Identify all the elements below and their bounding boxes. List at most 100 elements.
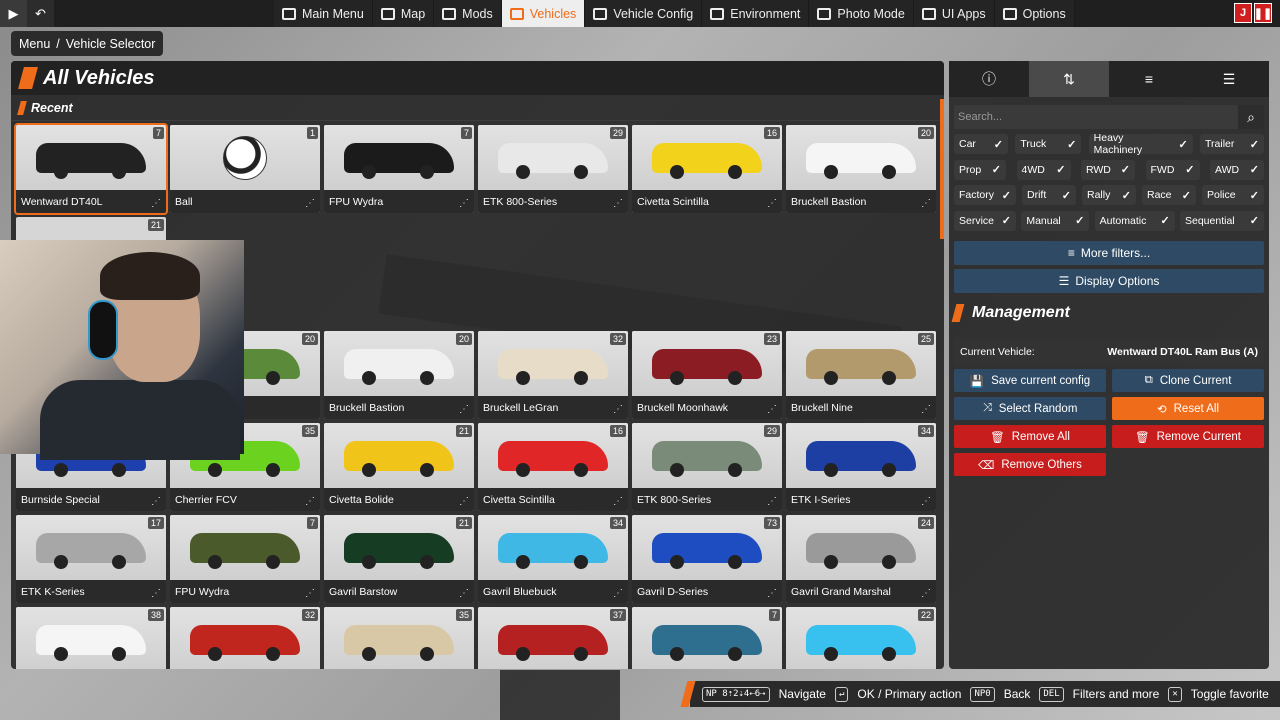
vehicle-tile[interactable]: 1 Ball ⋰ xyxy=(170,125,320,213)
settings-tab-icon[interactable]: ☰ xyxy=(1189,61,1269,97)
vehicle-tile[interactable]: 16 Civetta Scintilla ⋰ xyxy=(478,423,628,511)
vehicle-tile[interactable]: 34 Gavril Bluebuck ⋰ xyxy=(478,515,628,603)
vehicle-thumbnail xyxy=(478,423,628,488)
vehicle-tile[interactable]: 29 ETK 800-Series ⋰ xyxy=(632,423,782,511)
tab-ui-apps[interactable]: UI Apps xyxy=(913,0,995,27)
remove-current-button[interactable]: 🗑 Remove Current xyxy=(1112,425,1264,448)
filter-chip-police[interactable]: Police ✓ xyxy=(1202,185,1264,205)
vehicle-tile[interactable]: 22 xyxy=(786,607,936,669)
pause-icon[interactable]: ❚❚ xyxy=(1254,3,1272,23)
share-icon[interactable]: ⋰ xyxy=(921,496,931,507)
share-icon[interactable]: ⋰ xyxy=(921,404,931,415)
tab-options[interactable]: Options xyxy=(994,0,1075,27)
clone-current-button[interactable]: ⧉ Clone Current xyxy=(1112,369,1264,392)
filter-chip-fwd[interactable]: FWD ✓ xyxy=(1145,159,1200,180)
share-icon[interactable]: ⋰ xyxy=(613,588,623,599)
vehicle-tile[interactable]: 35 xyxy=(324,607,474,669)
share-icon[interactable]: ⋰ xyxy=(921,198,931,209)
vehicle-tile[interactable]: 7 xyxy=(632,607,782,669)
filter-chip-race[interactable]: Race ✓ xyxy=(1142,185,1196,205)
vehicle-tile[interactable]: 23 Bruckell Moonhawk ⋰ xyxy=(632,331,782,419)
filter-chip-service[interactable]: Service ✓ xyxy=(954,210,1016,231)
filter-chip-automatic[interactable]: Automatic ✓ xyxy=(1094,210,1175,231)
vehicle-tile[interactable]: 7 Wentward DT40L ⋰ xyxy=(14,123,168,215)
filter-chip-trailer[interactable]: Trailer ✓ xyxy=(1200,134,1264,154)
vehicle-tile[interactable]: 20 Bruckell Bastion ⋰ xyxy=(324,331,474,419)
share-icon[interactable]: ⋰ xyxy=(305,588,315,599)
filter-chip-factory[interactable]: Factory ✓ xyxy=(954,185,1016,205)
vehicle-tile[interactable]: 73 Gavril D-Series ⋰ xyxy=(632,515,782,603)
tab-vehicle-config[interactable]: Vehicle Config xyxy=(585,0,703,27)
vehicle-tile[interactable]: 16 Civetta Scintilla ⋰ xyxy=(632,125,782,213)
vehicle-tile[interactable]: 32 xyxy=(170,607,320,669)
vehicle-tile[interactable]: 24 Gavril Grand Marshal ⋰ xyxy=(786,515,936,603)
search-input[interactable] xyxy=(954,105,1238,129)
share-icon[interactable]: ⋰ xyxy=(459,404,469,415)
j-icon[interactable]: J xyxy=(1234,3,1252,23)
tab-map[interactable]: Map xyxy=(372,0,435,27)
play-icon[interactable]: ▶ xyxy=(0,0,27,27)
tab-mods[interactable]: Mods xyxy=(434,0,502,27)
filter-chip-rwd[interactable]: RWD ✓ xyxy=(1081,159,1135,180)
share-icon[interactable]: ⋰ xyxy=(459,496,469,507)
share-icon[interactable]: ⋰ xyxy=(921,588,931,599)
filter-chip-awd[interactable]: AWD ✓ xyxy=(1210,159,1264,180)
vehicle-tile[interactable]: 21 Gavril Barstow ⋰ xyxy=(324,515,474,603)
share-icon[interactable]: ⋰ xyxy=(305,198,315,209)
tab-main-menu[interactable]: Main Menu xyxy=(274,0,373,27)
vehicle-tile[interactable]: 38 xyxy=(16,607,166,669)
filter-chip-drift[interactable]: Drift ✓ xyxy=(1022,185,1076,205)
select-random-button[interactable]: ⤨ Select Random xyxy=(954,397,1106,420)
vehicle-name: Civetta Scintilla xyxy=(478,488,628,511)
share-icon[interactable]: ⋰ xyxy=(613,198,623,209)
share-icon[interactable]: ⋰ xyxy=(767,198,777,209)
share-icon[interactable]: ⋰ xyxy=(151,198,161,209)
vehicle-tile[interactable]: 37 xyxy=(478,607,628,669)
vehicle-tile[interactable]: 17 ETK K-Series ⋰ xyxy=(16,515,166,603)
vehicle-tile[interactable]: 7 FPU Wydra ⋰ xyxy=(170,515,320,603)
tab-photo-mode[interactable]: Photo Mode xyxy=(809,0,914,27)
vehicle-tile[interactable]: 25 Bruckell Nine ⋰ xyxy=(786,331,936,419)
filter-chip-car[interactable]: Car ✓ xyxy=(954,134,1008,154)
share-icon[interactable]: ⋰ xyxy=(151,588,161,599)
tab-environment[interactable]: Environment xyxy=(702,0,810,27)
vehicle-tile[interactable]: 21 Civetta Bolide ⋰ xyxy=(324,423,474,511)
filter-chip-4wd[interactable]: 4WD ✓ xyxy=(1016,159,1071,180)
search-icon[interactable]: ⌕ xyxy=(1238,105,1264,129)
vehicle-tile[interactable]: 20 Bruckell Bastion ⋰ xyxy=(786,125,936,213)
share-icon[interactable]: ⋰ xyxy=(767,404,777,415)
share-icon[interactable]: ⋰ xyxy=(459,588,469,599)
save-config-button[interactable]: 💾 Save current config xyxy=(954,369,1106,392)
reset-all-button[interactable]: ⟲ Reset All xyxy=(1112,397,1264,420)
filter-chip-manual[interactable]: Manual ✓ xyxy=(1021,210,1090,231)
vehicle-tile[interactable]: 29 ETK 800-Series ⋰ xyxy=(478,125,628,213)
vehicle-tile[interactable]: 7 FPU Wydra ⋰ xyxy=(324,125,474,213)
share-icon[interactable]: ⋰ xyxy=(767,588,777,599)
filter-chip-truck[interactable]: Truck ✓ xyxy=(1015,134,1082,154)
filter-chip-sequential[interactable]: Sequential ✓ xyxy=(1180,210,1264,231)
filter-tab-icon[interactable]: ≡ xyxy=(1109,61,1189,97)
scrollbar[interactable] xyxy=(940,99,944,239)
filter-chip-prop[interactable]: Prop ✓ xyxy=(954,159,1006,180)
more-filters-button[interactable]: ≡ More filters... xyxy=(954,241,1264,265)
vehicle-tile[interactable]: 32 Bruckell LeGran ⋰ xyxy=(478,331,628,419)
share-icon[interactable]: ⋰ xyxy=(459,198,469,209)
filter-chip-rally[interactable]: Rally ✓ xyxy=(1082,185,1136,205)
remove-others-button[interactable]: ⌫ Remove Others xyxy=(954,453,1106,476)
filter-chip-heavy-machinery[interactable]: Heavy Machinery ✓ xyxy=(1088,132,1193,156)
share-icon[interactable]: ⋰ xyxy=(305,496,315,507)
share-icon[interactable]: ⋰ xyxy=(613,496,623,507)
filter-chip-label: Automatic xyxy=(1099,214,1147,227)
undo-icon[interactable]: ↶ xyxy=(27,0,54,27)
display-options-button[interactable]: ☰ Display Options xyxy=(954,269,1264,293)
vehicle-tile[interactable]: 34 ETK I-Series ⋰ xyxy=(786,423,936,511)
share-icon[interactable]: ⋰ xyxy=(767,496,777,507)
sort-tab-icon[interactable]: ⇅ xyxy=(1029,61,1109,97)
info-tab-icon[interactable]: ⓘ xyxy=(949,61,1029,97)
share-icon[interactable]: ⋰ xyxy=(151,496,161,507)
remove-all-button[interactable]: 🗑 Remove All xyxy=(954,425,1106,448)
breadcrumb-menu[interactable]: Menu xyxy=(19,37,50,51)
tab-vehicles[interactable]: Vehicles xyxy=(501,0,586,27)
share-icon[interactable]: ⋰ xyxy=(613,404,623,415)
ui-apps-icon xyxy=(921,7,936,20)
